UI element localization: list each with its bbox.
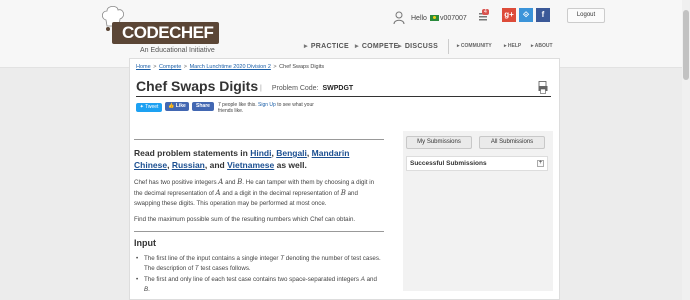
- breadcrumb-separator: >: [182, 64, 189, 70]
- as-well-text: as well.: [276, 160, 307, 170]
- problem-code-label: Problem Code:: [271, 85, 319, 92]
- statement-paragraph-1: Chef has two positive integers A and B. …: [134, 177, 384, 209]
- title-divider-line: [136, 96, 551, 97]
- nav-help-label: HELP: [507, 43, 522, 49]
- nav-practice-label: PRACTICE: [310, 43, 350, 50]
- thumbs-up-icon: 👍: [168, 103, 176, 109]
- math-var-a: A: [215, 189, 221, 197]
- list-item: The first line of the input contains a s…: [134, 254, 384, 274]
- successful-submissions-panel[interactable]: Successful Submissions +: [406, 156, 548, 171]
- breadcrumb: Home > Compete > March Lunchtime 2020 Di…: [136, 64, 324, 70]
- chevron-right-icon: ▸: [304, 43, 308, 50]
- nav-divider: [448, 39, 449, 54]
- b1-text-a: The first line of the input contains a s…: [144, 255, 279, 262]
- problem-code-value: SWPDGT: [322, 85, 354, 92]
- math-var-b: B: [340, 189, 346, 197]
- notification-badge: 4: [482, 9, 489, 15]
- b2-text-a: The first and only line of each test cas…: [144, 276, 359, 283]
- link-vietnamese[interactable]: Vietnamese: [227, 160, 274, 170]
- math-var-t: T: [194, 265, 199, 272]
- link-bengali[interactable]: Bengali: [276, 148, 307, 158]
- chevron-right-icon: ▸: [398, 43, 402, 50]
- user-menu[interactable]: Hello v007007: [393, 8, 467, 28]
- signup-link[interactable]: Sign Up: [258, 102, 276, 108]
- logo-tagline: An Educational Initiative: [140, 47, 215, 54]
- p1-text-c: and a digit in the decimal representatio…: [222, 190, 339, 197]
- link-russian[interactable]: Russian: [172, 160, 205, 170]
- nav-about-label: ABOUT: [534, 43, 553, 49]
- facebook-icon[interactable]: f: [536, 8, 550, 22]
- logout-button[interactable]: Logout: [567, 8, 605, 23]
- user-icon: [393, 11, 405, 25]
- title-divider: |: [260, 85, 262, 92]
- tweet-button[interactable]: ✦ Tweet: [136, 103, 162, 112]
- nav-about[interactable]: ▸ ABOUT: [531, 43, 553, 51]
- nav-compete[interactable]: ▸ COMPETE: [355, 42, 399, 52]
- math-var-a: A: [218, 178, 224, 186]
- problem-statement: Read problem statements in Hindi, Bengal…: [134, 139, 384, 296]
- chevron-right-icon: ▸: [355, 43, 359, 50]
- like-count-text: 7 people like this. Sign Up to see what …: [218, 102, 328, 114]
- github-icon[interactable]: ⟐: [519, 8, 533, 22]
- nav-community[interactable]: ▸ COMMUNITY: [457, 43, 492, 51]
- page-title: Chef Swaps Digits: [136, 78, 259, 94]
- math-var-a: A: [360, 276, 365, 283]
- nav-help[interactable]: ▸ HELP: [504, 43, 521, 51]
- divider: [134, 231, 384, 232]
- country-flag-icon: [429, 15, 439, 21]
- submissions-sidebar: My Submissions All Submissions Successfu…: [403, 131, 553, 291]
- nav-practice[interactable]: ▸ PRACTICE: [304, 42, 349, 52]
- my-submissions-button[interactable]: My Submissions: [406, 136, 472, 149]
- like-label: Like: [175, 103, 186, 109]
- nav-discuss[interactable]: ▸ DISCUSS: [398, 42, 438, 52]
- link-hindi[interactable]: Hindi: [250, 148, 271, 158]
- scrollbar-thumb[interactable]: [683, 10, 689, 80]
- logo-wordmark: CODECHEF: [112, 22, 220, 44]
- breadcrumb-compete[interactable]: Compete: [159, 64, 181, 70]
- nav-discuss-label: DISCUSS: [404, 43, 439, 50]
- p1-and: and: [225, 179, 236, 186]
- language-links: Read problem statements in Hindi, Bengal…: [134, 148, 350, 170]
- list-item: The first and only line of each test cas…: [134, 275, 384, 295]
- facebook-like-button[interactable]: 👍 Like: [165, 102, 189, 111]
- p1-text-a: Chef has two positive integers: [134, 179, 217, 186]
- username[interactable]: v007007: [440, 15, 467, 22]
- problem-panel: Home > Compete > March Lunchtime 2020 Di…: [129, 58, 560, 300]
- print-icon[interactable]: [538, 81, 548, 94]
- successful-submissions-label: Successful Submissions: [410, 160, 487, 167]
- b2-end: .: [148, 286, 150, 293]
- nav-community-label: COMMUNITY: [460, 43, 492, 49]
- google-plus-icon[interactable]: g+: [502, 8, 516, 22]
- all-submissions-button[interactable]: All Submissions: [479, 136, 545, 149]
- input-heading: Input: [134, 238, 156, 248]
- breadcrumb-separator: >: [151, 64, 158, 70]
- problem-code: | Problem Code: SWPDGT: [260, 85, 353, 92]
- breadcrumb-current: Chef Swaps Digits: [279, 64, 325, 70]
- breadcrumb-separator: >: [271, 64, 279, 70]
- and-text: and: [209, 160, 225, 170]
- b2-and: and: [366, 276, 377, 283]
- math-var-t: T: [280, 255, 285, 262]
- nav-compete-label: COMPETE: [361, 43, 399, 50]
- notification-bell[interactable]: 4: [478, 9, 490, 23]
- greeting-text: Hello: [411, 14, 427, 22]
- breadcrumb-contest[interactable]: March Lunchtime 2020 Division 2: [190, 64, 271, 70]
- b1-text-c: test cases follows.: [200, 265, 251, 272]
- divider: [134, 139, 384, 140]
- statement-paragraph-2: Find the maximum possible sum of the res…: [134, 216, 356, 223]
- breadcrumb-home[interactable]: Home: [136, 64, 151, 70]
- codechef-logo[interactable]: CODECHEF An Educational Initiative: [96, 4, 220, 54]
- expand-plus-icon[interactable]: +: [537, 160, 544, 167]
- tweet-label: Tweet: [145, 104, 159, 110]
- input-list: The first line of the input contains a s…: [134, 254, 384, 295]
- facebook-share-button[interactable]: Share: [192, 102, 214, 111]
- read-statements-text: Read problem statements in: [134, 148, 248, 158]
